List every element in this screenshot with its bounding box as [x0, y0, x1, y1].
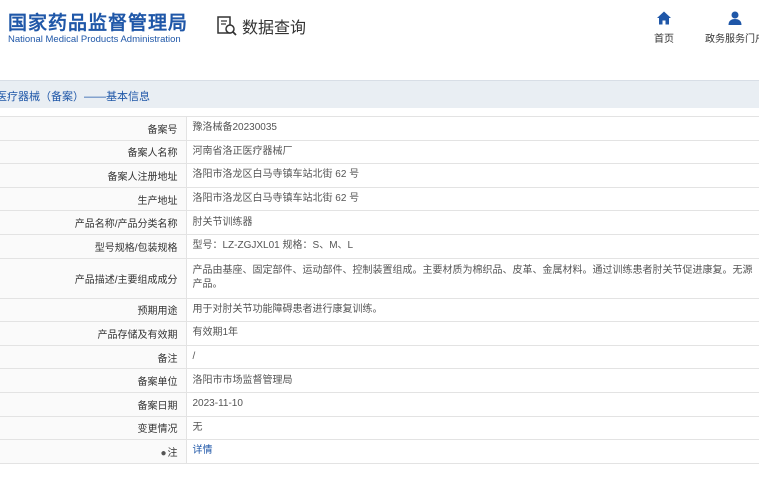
field-label: 变更情况 [0, 415, 187, 441]
field-label: 备案号 [0, 116, 187, 141]
table-row: 生产地址 洛阳市洛龙区白马寺镇车站北街 62 号 [0, 186, 759, 212]
field-value: 河南省洛正医疗器械厂 [186, 139, 759, 165]
data-query-label: 数据查询 [242, 20, 307, 37]
field-label: 备案人注册地址 [0, 163, 187, 188]
home-icon [657, 11, 671, 25]
data-query-link[interactable]: 数据查询 [216, 14, 306, 38]
field-label: 备案单位 [0, 368, 187, 393]
field-label-note: ●注 [0, 439, 187, 464]
field-value: 豫洛械备20230035 [186, 116, 759, 141]
nav-government-services[interactable]: 政务服务门户 [700, 10, 759, 45]
field-value: 洛阳市洛龙区白马寺镇车站北街 62 号 [186, 186, 759, 212]
field-value: / [186, 344, 759, 370]
table-row: 变更情况 无 [0, 415, 759, 441]
site-logo-subtitle: National Medical Products Administration [8, 34, 181, 45]
record-detail-table: 备案号 豫洛械备20230035 备案人名称 河南省洛正医疗器械厂 备案人注册地… [0, 116, 759, 464]
field-label: 备案日期 [0, 391, 187, 417]
table-row: 备案单位 洛阳市市场监督管理局 [0, 368, 759, 393]
document-search-icon [217, 16, 237, 36]
field-value: 有效期1年 [186, 321, 759, 346]
field-label: 备注 [0, 344, 187, 370]
field-label: 备案人名称 [0, 139, 187, 165]
pin-icon: ● [160, 447, 167, 459]
table-row: 备案号 豫洛械备20230035 [0, 116, 759, 141]
details-link[interactable]: 详情 [193, 445, 213, 456]
field-label: 产品描述/主要组成成分 [0, 257, 187, 299]
field-label: 产品名称/产品分类名称 [0, 210, 187, 235]
site-logo-title[interactable]: 国家药品监督管理局 [8, 8, 188, 35]
field-value: 产品由基座、固定部件、运动部件、控制装置组成。主要材质为棉织品、皮革、金属材料。… [186, 257, 759, 299]
field-value: 洛阳市市场监督管理局 [186, 368, 759, 393]
table-row: ●注 详情 [0, 439, 759, 464]
section-header: 医疗器械（备案）——基本信息 [0, 80, 759, 108]
field-label: 生产地址 [0, 186, 187, 212]
table-row: 预期用途 用于对肘关节功能障碍患者进行康复训练。 [0, 297, 759, 323]
nav-government-services-label: 政务服务门户 [705, 34, 759, 45]
table-row: 产品描述/主要组成成分 产品由基座、固定部件、运动部件、控制装置组成。主要材质为… [0, 257, 759, 299]
field-label: 产品存储及有效期 [0, 321, 187, 346]
table-row: 备案日期 2023-11-10 [0, 391, 759, 417]
nav-home[interactable]: 首页 [649, 10, 679, 45]
field-label: 预期用途 [0, 297, 187, 323]
nav-home-label: 首页 [654, 34, 674, 45]
field-label: 型号规格/包装规格 [0, 233, 187, 259]
table-row: 备注 / [0, 344, 759, 370]
field-value: 洛阳市洛龙区白马寺镇车站北街 62 号 [186, 163, 759, 188]
field-value: 详情 [186, 439, 759, 464]
field-value: 用于对肘关节功能障碍患者进行康复训练。 [186, 297, 759, 323]
table-row: 型号规格/包装规格 型号：LZ-ZGJXL01 规格：S、M、L [0, 233, 759, 259]
table-row: 备案人注册地址 洛阳市洛龙区白马寺镇车站北街 62 号 [0, 163, 759, 188]
table-row: 产品存储及有效期 有效期1年 [0, 321, 759, 346]
table-row: 备案人名称 河南省洛正医疗器械厂 [0, 139, 759, 165]
table-row: 产品名称/产品分类名称 肘关节训练器 [0, 210, 759, 235]
user-icon [728, 11, 742, 25]
field-value: 无 [186, 415, 759, 441]
field-value: 2023-11-10 [186, 391, 759, 417]
site-header: 国家药品监督管理局 National Medical Products Admi… [0, 0, 759, 70]
note-label: 注 [167, 447, 178, 459]
field-value: 肘关节训练器 [186, 210, 759, 235]
field-value: 型号：LZ-ZGJXL01 规格：S、M、L [186, 233, 759, 259]
section-title: 医疗器械（备案）——基本信息 [0, 91, 150, 103]
